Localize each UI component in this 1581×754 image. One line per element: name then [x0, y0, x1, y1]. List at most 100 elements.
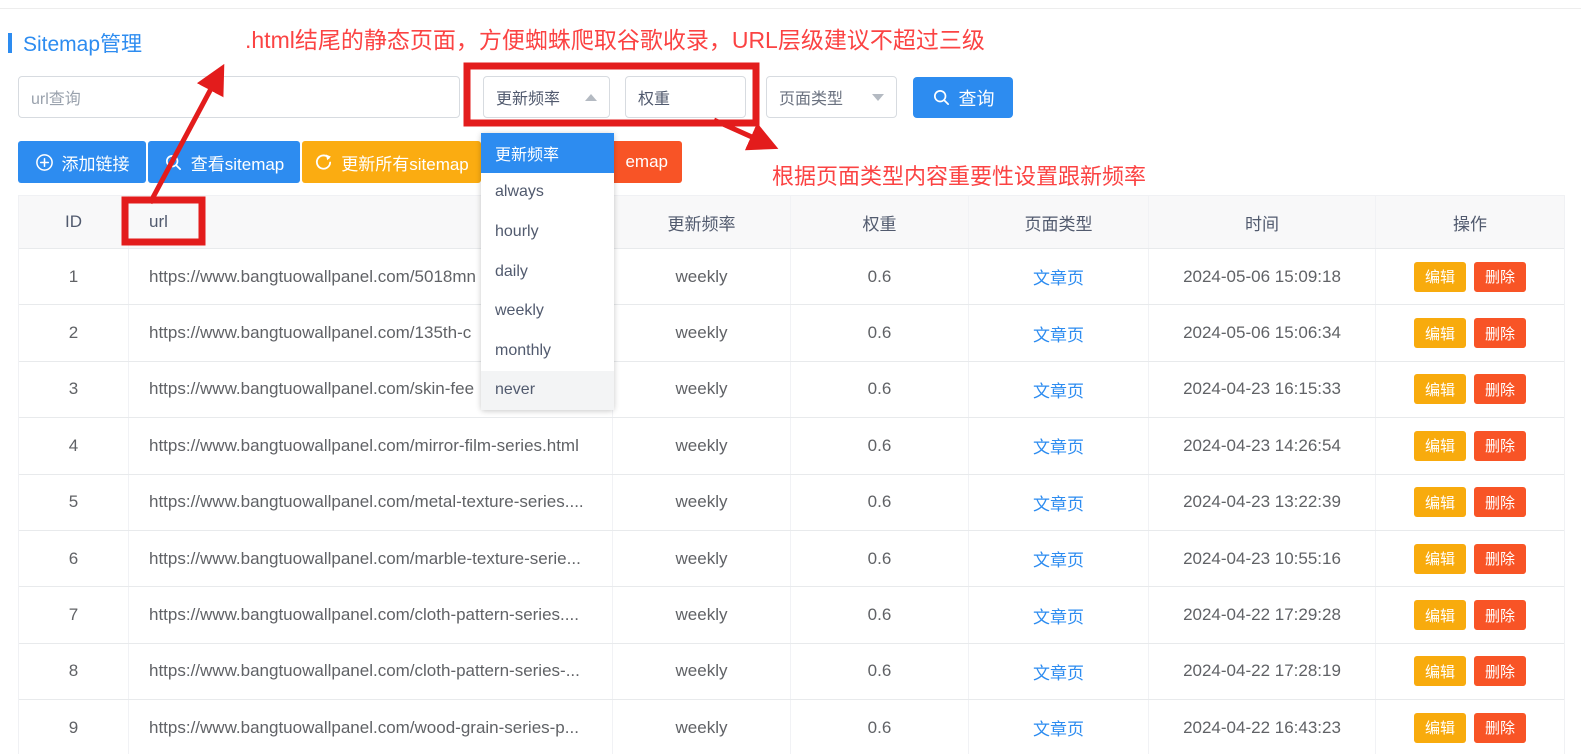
cell-id: 4 — [19, 418, 129, 473]
page-title-block: Sitemap管理 — [8, 28, 142, 58]
occluded-sitemap-button-label: emap — [625, 152, 668, 172]
page-type-link[interactable]: 文章页 — [1033, 546, 1084, 571]
cell-frequency: weekly — [613, 249, 791, 304]
frequency-select[interactable]: 更新频率 — [483, 76, 610, 118]
search-button[interactable]: 查询 — [913, 77, 1013, 118]
cell-frequency: weekly — [613, 644, 791, 699]
cell-page-type: 文章页 — [969, 531, 1149, 586]
column-header-time[interactable]: 时间 — [1149, 196, 1376, 248]
frequency-dropdown-option[interactable]: weekly — [481, 291, 614, 331]
title-accent-bar — [8, 33, 12, 53]
delete-button[interactable]: 删除 — [1474, 431, 1526, 461]
cell-time: 2024-05-06 15:06:34 — [1149, 305, 1376, 360]
page-type-link[interactable]: 文章页 — [1033, 715, 1084, 740]
circle-plus-icon — [35, 153, 54, 172]
frequency-dropdown-option[interactable]: always — [481, 173, 614, 213]
delete-button[interactable]: 删除 — [1474, 656, 1526, 686]
cell-time: 2024-04-23 16:15:33 — [1149, 362, 1376, 417]
edit-button[interactable]: 编辑 — [1414, 374, 1466, 404]
cell-id: 9 — [19, 700, 129, 754]
page-type-link[interactable]: 文章页 — [1033, 264, 1084, 289]
delete-button[interactable]: 删除 — [1474, 600, 1526, 630]
column-header-frequency[interactable]: 更新频率 — [613, 196, 791, 248]
table-row: 1https://www.bangtuowallpanel.com/5018mn… — [19, 249, 1564, 305]
page-type-link[interactable]: 文章页 — [1033, 433, 1084, 458]
column-header-page-type[interactable]: 页面类型 — [969, 196, 1149, 248]
edit-button[interactable]: 编辑 — [1414, 318, 1466, 348]
annotation-note-top: .html结尾的静态页面，方便蜘蛛爬取谷歌收录，URL层级建议不超过三级 — [245, 21, 985, 55]
table-row: 3https://www.bangtuowallpanel.com/skin-f… — [19, 362, 1564, 418]
frequency-dropdown: 更新频率alwayshourlydailyweeklymonthlynever — [481, 133, 614, 410]
delete-button[interactable]: 删除 — [1474, 318, 1526, 348]
page-type-link[interactable]: 文章页 — [1033, 377, 1084, 402]
page-type-select-value: 页面类型 — [779, 85, 843, 109]
column-header-weight[interactable]: 权重 — [791, 196, 969, 248]
delete-button[interactable]: 删除 — [1474, 713, 1526, 743]
add-link-button[interactable]: 添加链接 — [18, 141, 146, 183]
frequency-dropdown-option[interactable]: 更新频率 — [481, 133, 614, 173]
cell-frequency: weekly — [613, 531, 791, 586]
magnifier-icon — [164, 153, 183, 172]
cell-actions: 编辑删除 — [1376, 700, 1564, 754]
cell-actions: 编辑删除 — [1376, 249, 1564, 304]
edit-button[interactable]: 编辑 — [1414, 487, 1466, 517]
frequency-dropdown-option[interactable]: daily — [481, 252, 614, 292]
cell-url: https://www.bangtuowallpanel.com/marble-… — [129, 531, 613, 586]
edit-button[interactable]: 编辑 — [1414, 544, 1466, 574]
cell-id: 5 — [19, 475, 129, 530]
chevron-up-icon — [585, 94, 597, 101]
page-type-link[interactable]: 文章页 — [1033, 603, 1084, 628]
table-row: 9https://www.bangtuowallpanel.com/wood-g… — [19, 700, 1564, 754]
sitemap-admin-page: Sitemap管理 .html结尾的静态页面，方便蜘蛛爬取谷歌收录，URL层级建… — [0, 0, 1581, 754]
cell-weight: 0.6 — [791, 587, 969, 642]
cell-actions: 编辑删除 — [1376, 531, 1564, 586]
edit-button[interactable]: 编辑 — [1414, 431, 1466, 461]
table-row: 7https://www.bangtuowallpanel.com/cloth-… — [19, 587, 1564, 643]
edit-button[interactable]: 编辑 — [1414, 713, 1466, 743]
weight-input[interactable]: 权重 — [625, 76, 746, 118]
cell-time: 2024-04-22 17:28:19 — [1149, 644, 1376, 699]
page-type-link[interactable]: 文章页 — [1033, 659, 1084, 684]
column-header-actions: 操作 — [1376, 196, 1564, 248]
delete-button[interactable]: 删除 — [1474, 487, 1526, 517]
frequency-dropdown-option[interactable]: monthly — [481, 331, 614, 371]
cell-frequency: weekly — [613, 475, 791, 530]
cell-time: 2024-04-23 14:26:54 — [1149, 418, 1376, 473]
cell-actions: 编辑删除 — [1376, 644, 1564, 699]
frequency-dropdown-option[interactable]: never — [481, 371, 614, 411]
cell-id: 7 — [19, 587, 129, 642]
table-header-row: ID url 更新频率 权重 页面类型 时间 操作 — [19, 195, 1564, 249]
view-sitemap-label: 查看sitemap — [191, 150, 285, 175]
edit-button[interactable]: 编辑 — [1414, 656, 1466, 686]
annotation-note-right: 根据页面类型内容重要性设置跟新频率 — [772, 159, 1146, 191]
cell-page-type: 文章页 — [969, 644, 1149, 699]
update-all-sitemap-button[interactable]: 更新所有sitemap — [302, 141, 481, 183]
cell-weight: 0.6 — [791, 305, 969, 360]
page-type-select[interactable]: 页面类型 — [766, 76, 897, 118]
cell-weight: 0.6 — [791, 700, 969, 754]
edit-button[interactable]: 编辑 — [1414, 600, 1466, 630]
view-sitemap-button[interactable]: 查看sitemap — [148, 141, 300, 183]
cell-time: 2024-04-23 10:55:16 — [1149, 531, 1376, 586]
page-type-link[interactable]: 文章页 — [1033, 321, 1084, 346]
cell-url: https://www.bangtuowallpanel.com/cloth-p… — [129, 587, 613, 642]
delete-button[interactable]: 删除 — [1474, 374, 1526, 404]
delete-button[interactable]: 删除 — [1474, 262, 1526, 292]
cell-page-type: 文章页 — [969, 249, 1149, 304]
delete-button[interactable]: 删除 — [1474, 544, 1526, 574]
cell-id: 1 — [19, 249, 129, 304]
cell-weight: 0.6 — [791, 418, 969, 473]
cell-page-type: 文章页 — [969, 362, 1149, 417]
table-row: 4https://www.bangtuowallpanel.com/mirror… — [19, 418, 1564, 474]
column-header-id[interactable]: ID — [19, 196, 129, 248]
url-search-input[interactable]: url查询 — [18, 76, 460, 118]
cell-page-type: 文章页 — [969, 475, 1149, 530]
frequency-dropdown-option[interactable]: hourly — [481, 212, 614, 252]
cell-weight: 0.6 — [791, 249, 969, 304]
edit-button[interactable]: 编辑 — [1414, 262, 1466, 292]
cell-frequency: weekly — [613, 587, 791, 642]
table-row: 5https://www.bangtuowallpanel.com/metal-… — [19, 475, 1564, 531]
page-top-divider — [0, 8, 1581, 9]
annotation-arrow-to-right-note — [714, 120, 772, 146]
page-type-link[interactable]: 文章页 — [1033, 490, 1084, 515]
